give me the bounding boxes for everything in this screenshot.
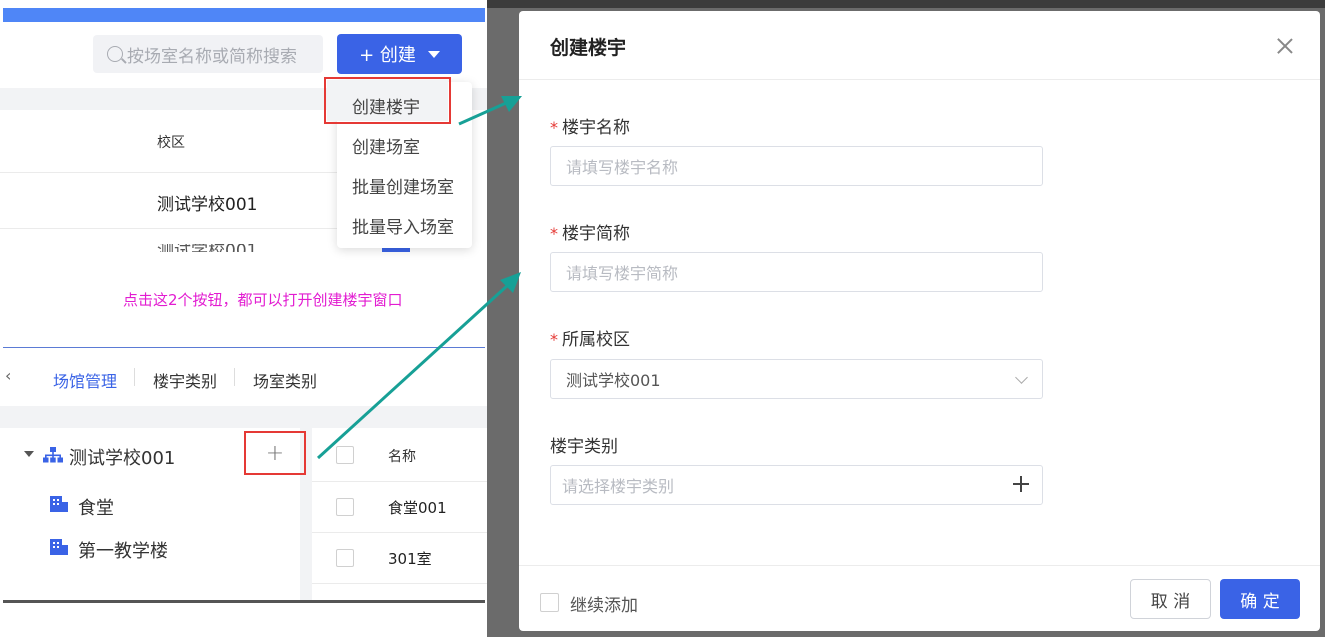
continue-add-checkbox[interactable] [540, 593, 559, 612]
field-label-text: 楼宇类别 [550, 437, 618, 457]
create-button[interactable]: + 创建 [337, 34, 462, 74]
cancel-button[interactable]: 取 消 [1130, 579, 1211, 619]
chevron-left-icon[interactable]: ‹ [5, 366, 11, 385]
tab-building-category[interactable]: 楼宇类别 [153, 368, 217, 392]
tree-item[interactable]: 第一教学楼 [78, 537, 168, 563]
select-all-checkbox[interactable] [336, 446, 354, 464]
gray-band [0, 406, 487, 428]
select-value: 测试学校001 [566, 371, 661, 390]
create-building-dialog [519, 11, 1320, 631]
required-mark: * [550, 224, 558, 243]
required-mark: * [550, 118, 558, 137]
row-divider [312, 481, 487, 482]
input-placeholder: 请填写楼宇简称 [566, 264, 679, 283]
column-header-campus: 校区 [157, 135, 185, 151]
add-building-button[interactable]: + [244, 431, 306, 475]
table-cell: 测试学校001 [157, 195, 258, 215]
left-frame-top [0, 0, 487, 8]
row-divider [0, 228, 340, 229]
building-short-name-input[interactable]: 请填写楼宇简称 [550, 252, 1043, 292]
chevron-down-icon [1015, 371, 1028, 384]
row-divider [312, 583, 487, 584]
confirm-button[interactable]: 确 定 [1220, 579, 1300, 619]
field-label-campus: * 所属校区 [550, 325, 630, 350]
tab-venue-management[interactable]: 场馆管理 [53, 368, 117, 392]
table-cell: 301室 [388, 550, 432, 568]
building-icon [50, 496, 68, 512]
building-icon [50, 539, 68, 555]
search-placeholder: 按场室名称或简称搜索 [127, 46, 297, 67]
search-icon [107, 46, 123, 62]
annotation-note: 点击这2个按钮，都可以打开创建楼宇窗口 [123, 291, 403, 309]
bottom-area [0, 603, 487, 637]
menu-item-create-room[interactable]: 创建场室 [352, 133, 420, 158]
menu-item-batch-import-room[interactable]: 批量导入场室 [352, 213, 454, 238]
field-label-text: 所属校区 [562, 330, 630, 350]
tree-item[interactable]: 食堂 [78, 494, 114, 520]
field-label-text: 楼宇简称 [562, 224, 630, 244]
tab-room-category[interactable]: 场室类别 [253, 368, 317, 392]
input-placeholder: 请选择楼宇类别 [562, 477, 675, 496]
menu-item-batch-create-room[interactable]: 批量创建场室 [352, 173, 454, 198]
table-cell: 食堂001 [388, 499, 447, 517]
section-divider [3, 347, 485, 348]
close-icon[interactable] [1272, 33, 1298, 59]
org-tree-icon [43, 447, 63, 463]
search-input[interactable]: 按场室名称或简称搜索 [93, 35, 323, 73]
table-cell: 测试学校001 [157, 244, 257, 252]
campus-select[interactable]: 测试学校001 [550, 359, 1043, 399]
dialog-title: 创建楼宇 [550, 37, 627, 59]
continue-add-label[interactable]: 继续添加 [570, 591, 638, 616]
caret-down-icon[interactable] [24, 451, 34, 457]
field-label-building-short-name: * 楼宇简称 [550, 219, 630, 244]
required-mark: * [550, 330, 558, 349]
building-name-input[interactable]: 请填写楼宇名称 [550, 146, 1043, 186]
top-blue-bar [3, 8, 485, 22]
plus-icon: + [265, 440, 285, 466]
highlight-box [324, 77, 451, 124]
tab-separator [134, 368, 135, 386]
field-label-text: 楼宇名称 [562, 118, 630, 138]
tree-root-label[interactable]: 测试学校001 [69, 444, 175, 470]
caret-down-icon [427, 50, 440, 58]
field-label-building-category: 楼宇类别 [550, 432, 618, 457]
dialog-header-divider [519, 79, 1320, 80]
row-checkbox[interactable] [336, 549, 354, 567]
row-divider [312, 532, 487, 533]
tab-separator [234, 368, 235, 386]
table-cell-partial: 测试学校001 [157, 244, 277, 252]
create-button-label: + 创建 [359, 45, 416, 66]
backdrop-top-strip [487, 0, 1325, 8]
field-label-building-name: * 楼宇名称 [550, 113, 630, 138]
add-category-icon[interactable] [1012, 475, 1030, 493]
row-divider [0, 172, 340, 173]
building-category-select[interactable]: 请选择楼宇类别 [550, 465, 1043, 505]
column-header-name: 名称 [388, 449, 416, 465]
dialog-footer-divider [519, 565, 1320, 566]
row-checkbox[interactable] [336, 498, 354, 516]
input-placeholder: 请填写楼宇名称 [566, 158, 679, 177]
